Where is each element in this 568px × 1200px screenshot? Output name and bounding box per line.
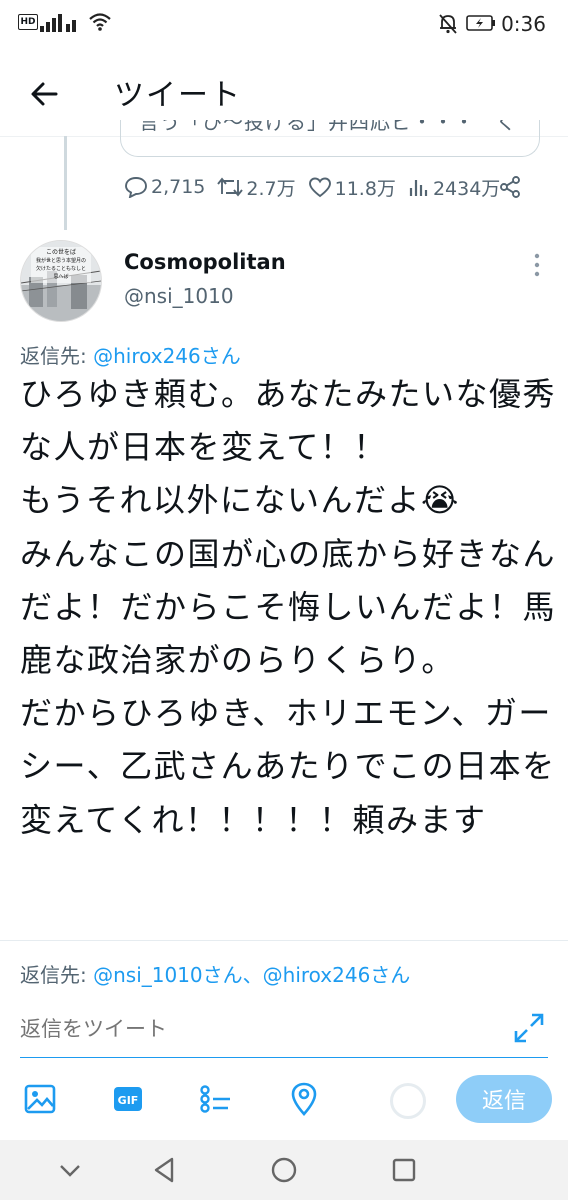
bell-muted-icon: [439, 14, 457, 34]
more-vertical-icon[interactable]: [530, 252, 544, 278]
reply-composer: 返信先: @nsi_1010さん、@hirox246さん GIF 返信: [0, 940, 568, 1141]
views-icon: [409, 180, 428, 196]
hd-indicator: HD: [18, 14, 38, 30]
battery-icon: [466, 15, 495, 31]
page-title: ツイート: [114, 78, 242, 113]
reply-to-label: 返信先:: [20, 344, 94, 368]
wifi-icon: [89, 13, 111, 31]
retweet-count: 2.7万: [246, 177, 296, 200]
collapse-chevron-icon[interactable]: [54, 1154, 86, 1186]
svg-text:我が世と思う本望月の: 我が世と思う本望月の: [36, 257, 86, 264]
character-count-ring: [390, 1083, 426, 1119]
svg-text:この世をば: この世をば: [46, 248, 76, 256]
like-count: 11.8万: [334, 177, 396, 200]
reply-to-user-link[interactable]: @hirox246さん: [93, 344, 241, 368]
like-icon: [308, 177, 331, 198]
reply-count: 2,715: [151, 176, 206, 198]
retweet-icon: [217, 177, 244, 197]
gif-icon[interactable]: GIF: [110, 1081, 146, 1117]
nav-home-icon[interactable]: [268, 1154, 300, 1186]
reply-stat[interactable]: 2,715: [124, 176, 205, 198]
author-name[interactable]: Cosmopolitan: [124, 250, 286, 274]
clock: 0:36: [501, 12, 546, 36]
status-bar: HD 0:36: [0, 0, 568, 48]
nav-recents-icon[interactable]: [388, 1154, 420, 1186]
poll-icon[interactable]: [198, 1081, 234, 1117]
reply-input[interactable]: [20, 1001, 548, 1058]
thread-line: [64, 136, 67, 230]
reply-to-line: 返信先: @hirox246さん: [20, 340, 241, 369]
system-navigation-bar: [0, 1140, 568, 1200]
retweet-stat[interactable]: 2.7万: [217, 174, 296, 201]
like-stat[interactable]: 11.8万: [308, 174, 396, 201]
nav-back-icon[interactable]: [148, 1154, 180, 1186]
tweet-stats: 2,715 2.7万 11.8万 2434万: [124, 172, 522, 202]
composer-reply-to-label: 返信先:: [20, 963, 94, 987]
tweet-body: ひろゆき頼む。あなたみたいな優秀な人が日本を変えて！！ もうそれ以外にないんだよ…: [20, 375, 557, 839]
avatar-image: この世をば 我が世と思う本望月の 欠けたることもなしと 思へば: [21, 241, 101, 321]
author-handle[interactable]: @nsi_1010: [124, 284, 234, 308]
reply-icon: [125, 177, 147, 198]
back-arrow-icon[interactable]: [26, 76, 62, 112]
views-stat[interactable]: 2434万: [408, 174, 500, 201]
avatar[interactable]: この世をば 我が世と思う本望月の 欠けたることもなしと 思へば: [20, 240, 102, 322]
svg-text:GIF: GIF: [118, 1094, 139, 1107]
svg-text:欠けたることもなしと: 欠けたることもなしと: [36, 265, 86, 272]
share-icon[interactable]: [498, 175, 522, 199]
quoted-card-text: 言う「ひ〜投げる」井四応ビ・・・ く: [139, 120, 517, 134]
composer-reply-to: 返信先: @nsi_1010さん、@hirox246さん: [20, 959, 410, 988]
expand-icon[interactable]: [512, 1011, 546, 1045]
views-count: 2434万: [432, 177, 501, 200]
location-icon[interactable]: [286, 1081, 322, 1117]
signal-icon: [40, 14, 76, 32]
svg-text:思へば: 思へば: [53, 273, 68, 280]
image-icon[interactable]: [22, 1081, 58, 1117]
quoted-card-fragment[interactable]: 言う「ひ〜投げる」井四応ビ・・・ く: [120, 120, 540, 157]
composer-reply-to-users[interactable]: @nsi_1010さん、@hirox246さん: [93, 963, 410, 987]
reply-button[interactable]: 返信: [456, 1075, 552, 1123]
